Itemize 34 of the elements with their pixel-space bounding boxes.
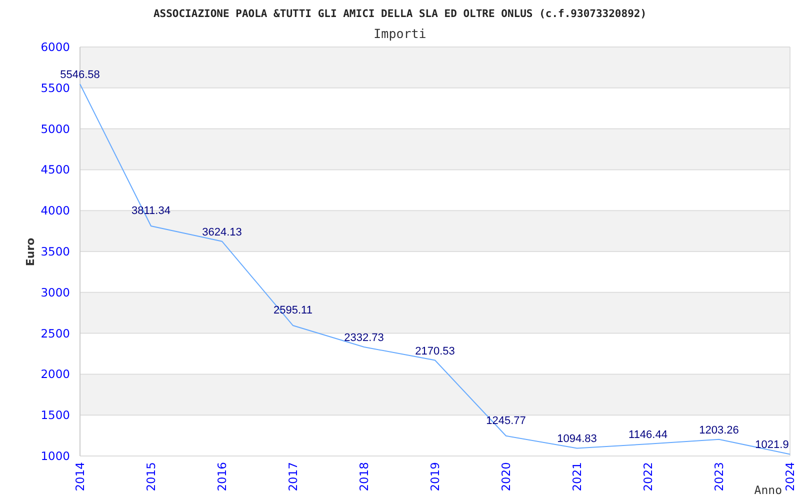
x-tick-label: 2019 (428, 462, 442, 492)
y-tick-label: 2500 (40, 326, 70, 340)
y-tick-label: 5000 (40, 122, 70, 136)
x-axis-title: Anno (754, 483, 782, 497)
x-tick-label: 2021 (570, 462, 584, 492)
x-tick-label: 2014 (73, 462, 87, 492)
chart-title: ASSOCIAZIONE PAOLA &TUTTI GLI AMICI DELLA SLA ED OLTRE ONLUS (c.f.93073320892) (153, 8, 647, 20)
y-tick-label: 5500 (40, 80, 70, 95)
x-tick-label: 2015 (144, 462, 158, 492)
y-tick-label: 3500 (40, 244, 70, 258)
data-label: 1094.83 (557, 433, 597, 446)
y-tick-label: 2000 (40, 367, 70, 382)
y-axis-title: Euro (24, 238, 37, 266)
data-label: 1203.26 (699, 424, 739, 436)
data-label: 5546.58 (60, 69, 100, 82)
x-tick-label: 2022 (641, 462, 655, 492)
data-label: 1146.44 (628, 429, 668, 442)
data-label: 2170.53 (415, 345, 455, 358)
x-tick-label: 2018 (357, 462, 371, 492)
x-tick-label: 2016 (215, 462, 229, 492)
y-tick-label: 1000 (40, 449, 70, 463)
y-tick-label: 3000 (40, 285, 70, 300)
x-tick-label: 2017 (286, 462, 300, 492)
y-tick-label: 6000 (40, 40, 70, 54)
data-label: 3624.13 (202, 226, 242, 238)
x-tick-label: 2024 (783, 462, 797, 492)
data-label: 2332.73 (344, 332, 384, 344)
chart-subtitle: Importi (374, 26, 426, 41)
x-tick-label: 2023 (712, 462, 726, 492)
y-tick-label: 1500 (40, 408, 70, 422)
y-tick-label: 4500 (40, 162, 70, 177)
x-tick-label: 2020 (499, 462, 513, 492)
y-tick-label: 4000 (40, 204, 70, 218)
data-label: 1021.9 (755, 439, 789, 452)
